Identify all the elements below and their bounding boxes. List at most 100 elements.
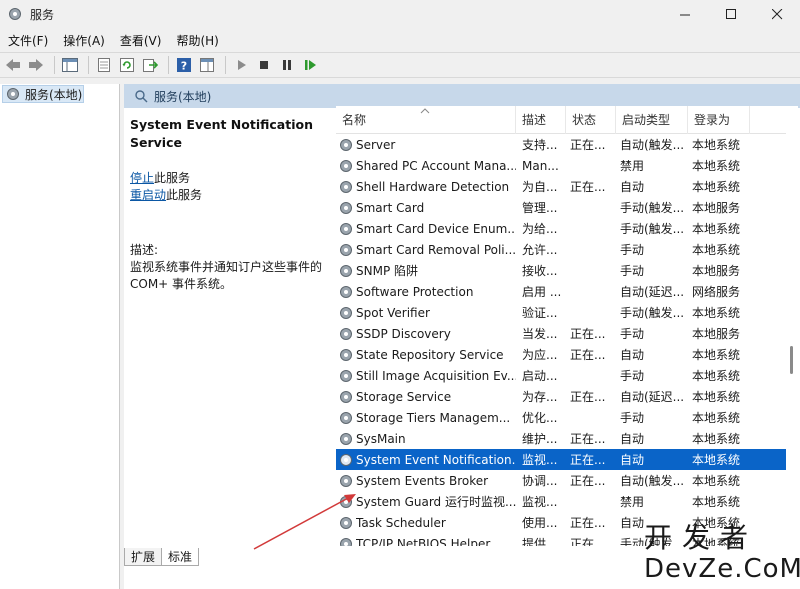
service-row[interactable]: State Repository Service 为应... 正在... 自动 本地系统 <box>336 344 788 365</box>
toolbar: ? <box>0 52 800 78</box>
menu-file[interactable]: 文件(F) <box>1 32 55 49</box>
service-logon-as: 本地系统 <box>692 369 741 383</box>
service-status: 正在... <box>570 537 606 546</box>
service-gear-icon <box>340 159 352 172</box>
service-name: State Repository Service <box>356 347 504 362</box>
export-list-button[interactable] <box>140 55 160 75</box>
column-header-logon-as[interactable]: 登录为 <box>688 106 750 134</box>
service-gear-icon <box>340 474 352 487</box>
column-header-description[interactable]: 描述 <box>516 106 566 134</box>
service-row[interactable]: Spot Verifier 验证... 手动(触发... 本地系统 <box>336 302 788 323</box>
service-row[interactable]: Storage Service 为存... 正在... 自动(延迟... 本地系统 <box>336 386 788 407</box>
properties-button[interactable] <box>94 55 114 75</box>
service-name-cell: Still Image Acquisition Ev... <box>336 368 516 384</box>
search-icon <box>135 90 148 103</box>
close-button[interactable] <box>754 0 800 28</box>
start-service-button[interactable] <box>231 55 251 75</box>
export-icon <box>143 59 158 72</box>
scrollbar-thumb[interactable] <box>790 346 793 374</box>
service-description: 维护... <box>522 432 558 446</box>
service-row[interactable]: Smart Card 管理... 手动(触发... 本地服务 <box>336 197 788 218</box>
panel-header: 服务(本地) <box>124 84 800 108</box>
service-name-cell: Storage Service <box>336 389 516 405</box>
service-row[interactable]: SSDP Discovery 当发... 正在... 手动 本地服务 <box>336 323 788 344</box>
service-logon-as: 本地服务 <box>692 201 741 215</box>
service-gear-icon <box>340 411 352 424</box>
toolbar-separator <box>54 56 55 74</box>
service-row[interactable]: SysMain 维护... 正在... 自动 本地系统 <box>336 428 788 449</box>
service-gear-icon <box>340 432 352 445</box>
menu-view[interactable]: 查看(V) <box>113 32 169 49</box>
watermark-bottom-text: DevZe.CoM <box>644 554 800 584</box>
service-name-cell: System Guard 运行时监视... <box>336 493 516 510</box>
refresh-button[interactable] <box>117 55 137 75</box>
service-description: 为自... <box>522 180 558 194</box>
menu-help[interactable]: 帮助(H) <box>169 32 225 49</box>
minimize-button[interactable] <box>662 0 708 28</box>
service-name: System Guard 运行时监视... <box>356 495 516 509</box>
service-name: SNMP 陷阱 <box>356 264 418 278</box>
service-row[interactable]: Smart Card Device Enum... 为给... 手动(触发... 本地… <box>336 218 788 239</box>
service-row[interactable]: Smart Card Removal Poli... 允许... 手动 本地系统 <box>336 239 788 260</box>
service-name: Still Image Acquisition Ev... <box>356 368 516 383</box>
show-hide-action-pane-button[interactable] <box>197 55 217 75</box>
service-startup-type: 自动(延迟... <box>620 390 685 404</box>
service-startup-type: 自动 <box>620 180 645 194</box>
help-button[interactable]: ? <box>174 55 194 75</box>
service-status: 正在... <box>570 453 606 467</box>
service-row[interactable]: Storage Tiers Managem... 优化... 手动 本地系统 <box>336 407 788 428</box>
service-status: 正在... <box>570 348 606 362</box>
stop-service-link[interactable]: 停止 <box>130 171 154 185</box>
column-header-startup-type[interactable]: 启动类型 <box>616 106 688 134</box>
pause-service-button[interactable] <box>277 55 297 75</box>
services-gear-icon <box>9 8 21 20</box>
restart-service-button[interactable] <box>300 55 320 75</box>
action-pane-icon <box>200 58 214 72</box>
service-gear-icon <box>340 285 352 298</box>
panel-header-title: 服务(本地) <box>154 89 212 104</box>
service-row[interactable]: SNMP 陷阱 接收... 手动 本地服务 <box>336 260 788 281</box>
service-row[interactable]: Shell Hardware Detection 为自... 正在... 自动 本地系统 <box>336 176 788 197</box>
maximize-button[interactable] <box>708 0 754 28</box>
service-row[interactable]: Still Image Acquisition Ev... 启动... 手动 本地系统 <box>336 365 788 386</box>
service-description: 管理... <box>522 201 558 215</box>
service-name: Storage Service <box>356 389 452 404</box>
service-startup-type: 手动 <box>620 327 645 341</box>
back-button[interactable] <box>3 55 23 75</box>
service-row[interactable]: Shared PC Account Mana... Man... 禁用 本地系统 <box>336 155 788 176</box>
vertical-scrollbar[interactable] <box>786 106 798 546</box>
service-row[interactable]: System Events Broker 协调... 正在... 自动(触发... 本地… <box>336 470 788 491</box>
services-rows: Server 支持... 正在... 自动(触发... 本地系统 Shared PC Ac… <box>336 134 788 546</box>
service-startup-type: 禁用 <box>620 495 645 509</box>
toolbar-separator <box>88 56 89 74</box>
tab-extended[interactable]: 扩展 <box>124 548 163 566</box>
service-row[interactable]: System Event Notification... 监视... 正在... 自动… <box>336 449 788 470</box>
service-gear-icon <box>340 306 352 319</box>
service-name-cell: Smart Card Removal Poli... <box>336 242 516 258</box>
toolbar-separator <box>168 56 169 74</box>
minimize-icon <box>679 14 690 15</box>
service-name: Storage Tiers Managem... <box>356 410 511 425</box>
service-description: Man... <box>522 158 559 173</box>
service-startup-type: 自动 <box>620 348 645 362</box>
service-status: 正在... <box>570 390 606 404</box>
service-startup-type: 手动 <box>620 411 645 425</box>
service-row[interactable]: Server 支持... 正在... 自动(触发... 本地系统 <box>336 134 788 155</box>
column-header-status[interactable]: 状态 <box>566 106 616 134</box>
service-description: 为存... <box>522 390 558 404</box>
forward-button[interactable] <box>26 55 46 75</box>
service-row[interactable]: Software Protection 启用 ... 自动(延迟... 网络服务 <box>336 281 788 302</box>
service-name-cell: System Event Notification... <box>336 452 516 468</box>
service-name: SysMain <box>356 431 406 446</box>
stop-service-button[interactable] <box>254 55 274 75</box>
tab-standard[interactable]: 标准 <box>161 548 200 566</box>
show-console-tree-button[interactable] <box>60 55 80 75</box>
service-row[interactable]: System Guard 运行时监视... 监视... 禁用 本地系统 <box>336 491 788 512</box>
menu-action[interactable]: 操作(A) <box>56 32 112 49</box>
service-logon-as: 本地系统 <box>692 222 741 236</box>
tree-item-services-local[interactable]: 服务(本地) <box>2 85 84 103</box>
service-description: 允许... <box>522 243 558 257</box>
restart-service-link[interactable]: 重启动 <box>130 188 166 202</box>
pause-icon <box>283 60 291 70</box>
properties-icon <box>98 58 110 72</box>
